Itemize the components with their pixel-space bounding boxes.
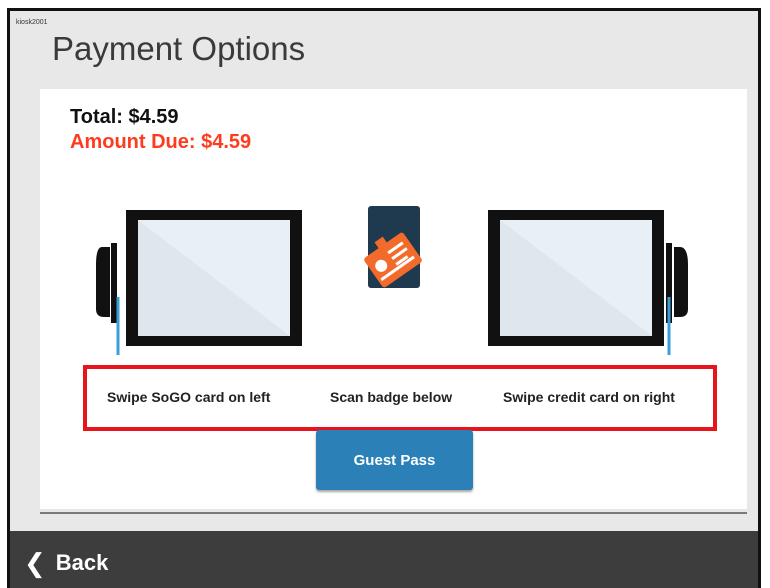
back-label: Back <box>55 550 109 575</box>
right-card-reader-illustration <box>484 205 689 357</box>
instruction-swipe-sogo: Swipe SoGO card on left <box>107 389 271 405</box>
panel-divider <box>40 512 747 514</box>
kiosk-screen: kiosk2001 Payment Options Total: $4.59 A… <box>0 0 770 588</box>
footer-bar <box>7 531 761 588</box>
kiosk-id-label: kiosk2001 <box>16 19 48 26</box>
chevron-left-icon: ❮ <box>24 548 46 578</box>
guest-pass-button[interactable]: Guest Pass <box>316 430 473 490</box>
instruction-swipe-credit: Swipe credit card on right <box>503 389 675 405</box>
amount-due-label: Amount Due: $4.59 <box>70 131 252 153</box>
left-card-reader-illustration <box>96 205 308 357</box>
badge-scanner-illustration <box>335 182 465 300</box>
page-title: Payment Options <box>52 30 306 67</box>
total-label: Total: $4.59 <box>70 106 179 128</box>
instructions-highlight-box: Swipe SoGO card on left Scan badge below… <box>83 365 717 431</box>
instruction-scan-badge: Scan badge below <box>330 389 453 405</box>
back-button[interactable]: ❮ Back <box>24 548 108 578</box>
